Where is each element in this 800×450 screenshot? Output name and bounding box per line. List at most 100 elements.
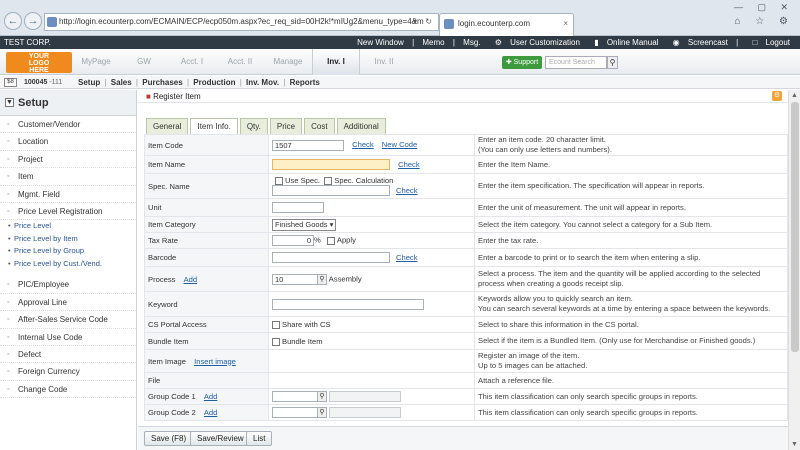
sidebar-item-customer-vendor[interactable]: ◦ Customer/Vendor [0, 116, 136, 134]
scroll-thumb[interactable] [791, 102, 799, 352]
sidebar-subitem-price-level-by-group[interactable]: • Price Level by Group [0, 245, 136, 258]
save-review-button[interactable]: Save/Review [190, 431, 251, 446]
row-item-name: Item Name Check Enter the Item Name. [144, 155, 788, 174]
scroll-down-icon[interactable]: ▼ [791, 441, 798, 448]
sidebar-item-change-code[interactable]: ◦ Change Code [0, 381, 136, 399]
item-name-input[interactable] [272, 159, 390, 170]
collapse-icon[interactable]: ▼ [5, 98, 14, 107]
item-code-input[interactable]: 1507 [272, 139, 344, 151]
process-code-input[interactable]: 10 [272, 273, 318, 285]
spec-check-link[interactable]: Check [396, 186, 418, 195]
sidebar-item-defect[interactable]: ◦ Defect [0, 346, 136, 364]
subnav-reports[interactable]: Reports [290, 78, 320, 87]
tab-qty[interactable]: Qty. [239, 118, 268, 134]
scroll-up-icon[interactable]: ▲ [791, 92, 798, 99]
use-spec-checkbox[interactable] [275, 177, 283, 185]
site-icon [47, 17, 57, 27]
tab-acct-2[interactable]: Acct. II [216, 49, 264, 75]
screencast-link[interactable]: ◉ Screencast [667, 38, 728, 47]
item-code-check-link[interactable]: Check [352, 140, 374, 149]
tab-acct-1[interactable]: Acct. I [168, 49, 216, 75]
subnav-purchases[interactable]: Purchases [142, 78, 182, 87]
search-icon[interactable]: ⚲ [607, 56, 618, 69]
group1-add-link[interactable]: Add [204, 392, 218, 401]
sidebar-subitem-price-level-by-cust-vend[interactable]: • Price Level by Cust./Vend. [0, 258, 136, 271]
subnav-inv-mov[interactable]: Inv. Mov. [246, 78, 279, 87]
tab-additional[interactable]: Additional [336, 118, 386, 134]
sidebar-subitem-price-level-by-item[interactable]: • Price Level by Item [0, 233, 136, 246]
tab-item-info[interactable]: Item Info. [190, 118, 238, 135]
item-category-select[interactable]: Finished Goods ▾ [272, 218, 337, 231]
scrollbar[interactable]: ▲ ▼ [788, 90, 800, 450]
sidebar-item-foreign-currency[interactable]: ◦ Foreign Currency [0, 363, 136, 381]
subnav-sales[interactable]: Sales [111, 78, 132, 87]
close-tab-icon[interactable]: × [563, 14, 568, 34]
bullet-icon: ◦ [7, 281, 10, 289]
refresh-icon[interactable]: ▾ ↻ [413, 14, 435, 30]
item-name-check-link[interactable]: Check [398, 160, 420, 169]
browser-toolbar-icons[interactable]: ⌂ ☆ ⚙ [734, 16, 794, 27]
sidebar-item-mgmt-field[interactable]: ◦ Mgmt. Field [0, 186, 136, 203]
tab-manage[interactable]: Manage [264, 49, 312, 75]
user-customization-link[interactable]: ⚙ User Customization [489, 38, 580, 47]
logout-link[interactable]: □ Logout [746, 38, 790, 47]
tab-favicon-icon [444, 19, 454, 29]
barcode-check-link[interactable]: Check [396, 253, 418, 262]
company-logo[interactable]: YOUR LOGO HERE [6, 52, 72, 74]
sidebar-header[interactable]: ▼ Setup [0, 90, 136, 116]
tab-inv-2[interactable]: Inv. II [360, 49, 408, 75]
group2-add-link[interactable]: Add [204, 408, 218, 417]
sidebar-item-item[interactable]: ◦ Item [0, 168, 136, 186]
group-code-2-input[interactable] [272, 407, 318, 418]
new-code-link[interactable]: New Code [382, 140, 417, 149]
address-bar[interactable]: http://login.ecounterp.com/ECMAIN/ECP/ec… [44, 13, 439, 31]
search-icon[interactable]: ⚲ [317, 273, 327, 285]
search-icon[interactable]: ⚲ [317, 391, 327, 402]
sidebar-item-after-sales-service-code[interactable]: ◦ After-Sales Service Code [0, 311, 136, 329]
sidebar-item-price-level-registration[interactable]: ◦ Price Level Registration [0, 203, 136, 221]
tab-general[interactable]: General [146, 118, 189, 134]
online-manual-link[interactable]: ▮ Online Manual [588, 38, 658, 47]
list-button[interactable]: List [246, 431, 273, 446]
bundle-item-checkbox[interactable] [272, 337, 280, 346]
apply-checkbox[interactable] [326, 236, 335, 245]
group-code-1-input[interactable] [272, 391, 318, 402]
sidebar-item-location[interactable]: ◦ Location [0, 133, 136, 151]
msg-link[interactable]: Msg. [463, 38, 480, 47]
back-icon[interactable]: ← [4, 12, 22, 30]
tab-price[interactable]: Price [269, 118, 303, 134]
sidebar-item-internal-use-code[interactable]: ◦ Internal Use Code [0, 329, 136, 346]
spec-name-input[interactable] [272, 185, 390, 196]
share-with-cs-checkbox[interactable] [272, 321, 280, 329]
new-window-link[interactable]: New Window [357, 38, 404, 47]
forward-icon[interactable]: → [24, 12, 42, 30]
insert-image-link[interactable]: Insert image [194, 357, 236, 366]
sidebar-item-pic-employee[interactable]: ◦ PIC/Employee [0, 276, 136, 294]
tab-mypage[interactable]: MyPage [72, 49, 120, 75]
memo-link[interactable]: Memo [422, 38, 444, 47]
window-controls-icon[interactable]: — ▢ ✕ [734, 2, 794, 13]
subnav-production[interactable]: Production [193, 78, 235, 87]
tab-cost[interactable]: Cost [304, 118, 335, 134]
spec-calc-checkbox[interactable] [324, 177, 333, 185]
badge-icon[interactable]: $8 [4, 78, 17, 87]
tax-rate-input[interactable]: 0 [272, 235, 314, 246]
settings-icon[interactable]: ⚙ [772, 91, 782, 101]
process-add-link[interactable]: Add [184, 275, 198, 284]
subnav-setup[interactable]: Setup [78, 78, 100, 87]
unit-input[interactable] [272, 202, 324, 213]
sidebar-item-project[interactable]: ◦ Project [0, 151, 136, 169]
search-input[interactable]: Ecount Search [545, 56, 607, 69]
barcode-input[interactable] [272, 252, 390, 263]
search-icon[interactable]: ⚲ [317, 407, 327, 418]
label-file: File [144, 372, 269, 389]
sidebar-subitem-price-level[interactable]: • Price Level [0, 220, 136, 233]
bullet-icon: ◦ [7, 333, 10, 341]
tab-inv-1[interactable]: Inv. I [312, 49, 360, 75]
save-button[interactable]: Save (F8) [144, 431, 194, 446]
tab-gw[interactable]: GW [120, 49, 168, 75]
support-button[interactable]: ✚ Support [502, 56, 542, 69]
keyword-input[interactable] [272, 298, 424, 310]
browser-tab[interactable]: login.ecounterp.com × [439, 13, 574, 36]
sidebar-item-approval-line[interactable]: ◦ Approval Line [0, 294, 136, 312]
